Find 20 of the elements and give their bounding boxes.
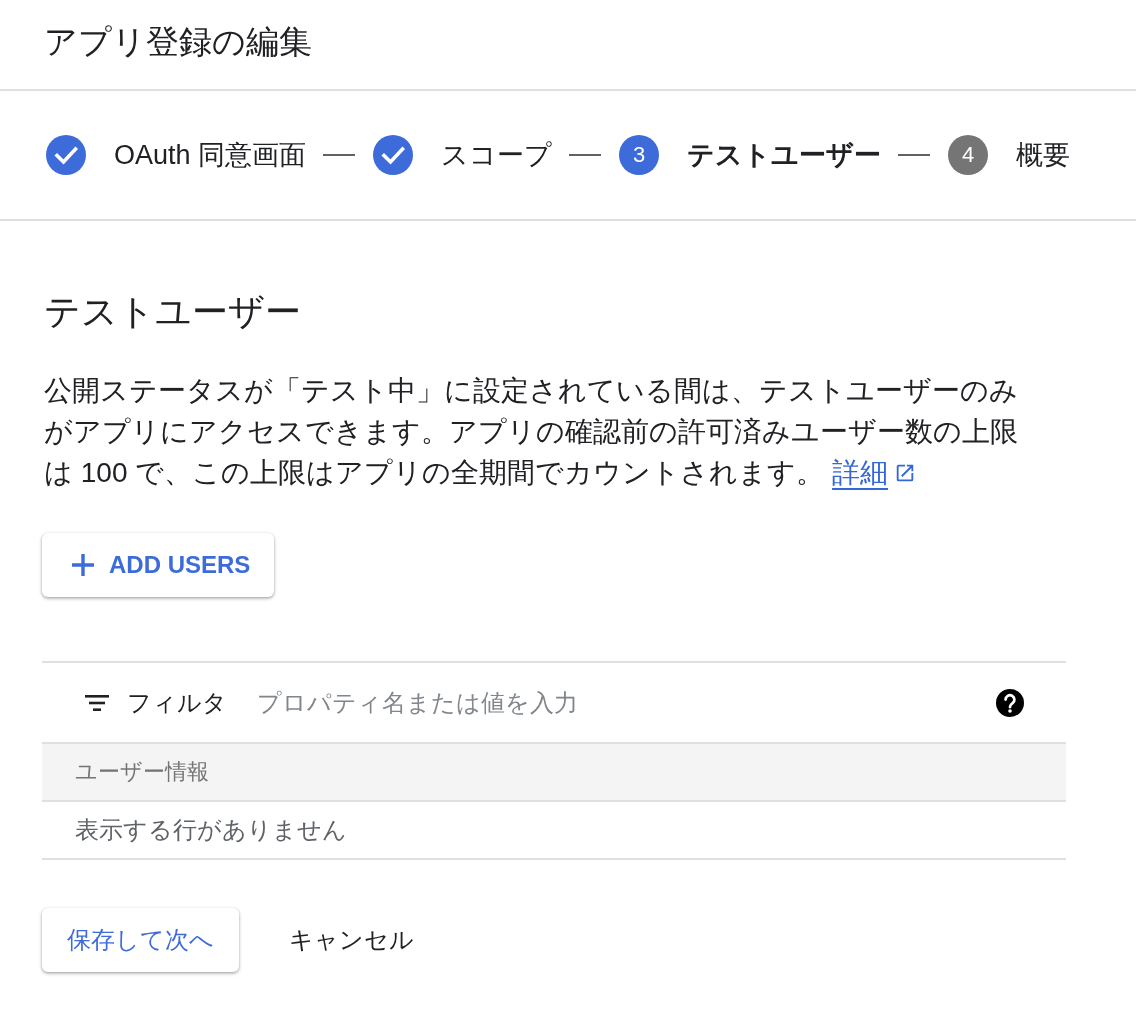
plus-icon — [72, 554, 94, 576]
description-text: 公開ステータスが「テスト中」に設定されている間は、テストユーザーのみがアプリにアクセスできます。アプリの確認前の許可済みユーザー数の上限は 100 で、この上限はアプリの全期間でカウントされます。 詳細 — [44, 374, 1019, 490]
filter-label: フィルタ — [127, 687, 227, 718]
step-number: 3 — [619, 135, 660, 175]
add-users-button[interactable]: ADD USERS — [42, 533, 275, 597]
step-label: テストユーザー — [687, 139, 882, 172]
page-title: アプリ登録の編集 — [44, 22, 312, 62]
save-and-next-button[interactable]: 保存して次へ — [42, 908, 239, 972]
step-label: 概要 — [1016, 139, 1071, 172]
step-number: 4 — [948, 135, 989, 175]
filter-icon — [85, 694, 109, 711]
cancel-button[interactable]: キャンセル — [264, 908, 439, 972]
section-heading: テストユーザー — [44, 290, 301, 334]
column-header: ユーザー情報 — [42, 744, 1066, 802]
help-icon[interactable] — [996, 688, 1024, 717]
empty-table-message: 表示する行がありません — [75, 815, 347, 845]
details-link[interactable]: 詳細 — [832, 457, 917, 488]
step-label: OAuth 同意画面 — [114, 139, 307, 172]
step-label: スコープ — [441, 139, 553, 172]
filter-field[interactable]: プロパティ名または値を入力 — [257, 682, 996, 723]
